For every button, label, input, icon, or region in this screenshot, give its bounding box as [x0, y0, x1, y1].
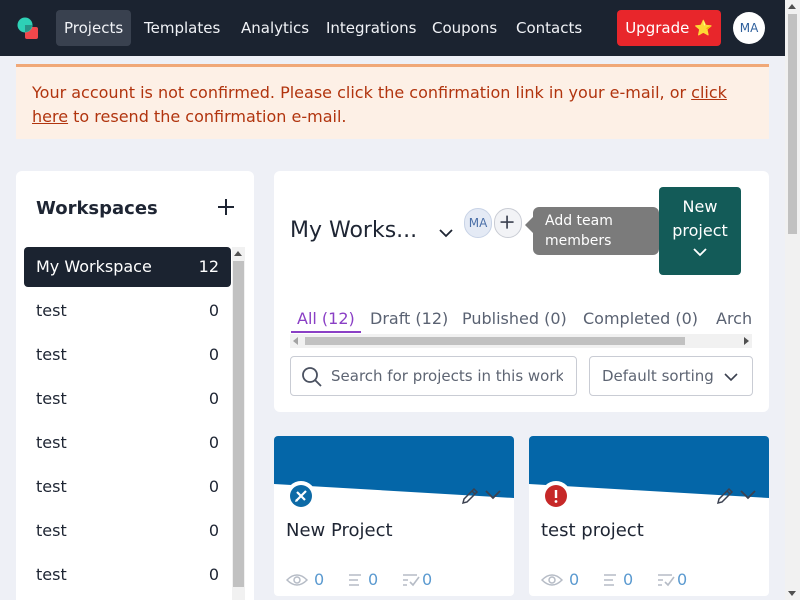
workspace-item[interactable]: test 0	[24, 555, 231, 595]
sort-select[interactable]: Default sorting	[589, 356, 753, 396]
workspace-item[interactable]: test 0	[24, 423, 231, 463]
add-team-member-button[interactable]	[494, 208, 522, 238]
eye-icon	[541, 574, 563, 586]
team-member-avatar[interactable]: MA	[464, 208, 492, 238]
workspace-item[interactable]: test 0	[24, 291, 231, 331]
nav-contacts[interactable]: Contacts	[508, 10, 590, 46]
nav-templates[interactable]: Templates	[136, 10, 228, 46]
chevron-down-icon[interactable]	[438, 225, 454, 241]
workspace-name: test	[36, 477, 67, 496]
views-count: 0	[314, 570, 325, 589]
workspace-count: 0	[208, 301, 219, 320]
workspace-count: 0	[208, 521, 219, 540]
tab-archived[interactable]: Archived	[710, 307, 752, 333]
scrollbar-thumb[interactable]	[233, 261, 244, 587]
workspaces-title: Workspaces	[36, 198, 158, 219]
project-title[interactable]: New Project	[286, 520, 393, 541]
edit-icon[interactable]	[715, 486, 735, 506]
responses-count: 0	[368, 570, 379, 589]
scroll-right-arrow-icon[interactable]	[744, 337, 749, 345]
tab-draft[interactable]: Draft (12)	[364, 307, 454, 333]
eye-icon	[286, 574, 308, 586]
nav-projects[interactable]: Projects	[56, 10, 132, 46]
alert-text-before: Your account is not confirmed. Please cl…	[32, 83, 692, 102]
views-count: 0	[569, 570, 580, 589]
workspace-name: test	[36, 389, 67, 408]
workspace-list-scrollbar[interactable]	[232, 247, 245, 600]
workspace-item[interactable]: test 0	[24, 379, 231, 419]
alert-icon	[545, 485, 567, 507]
app-logo-icon[interactable]	[16, 16, 40, 40]
workspace-count: 0	[208, 389, 219, 408]
nav-analytics[interactable]: Analytics	[233, 10, 317, 46]
design-tools-icon	[290, 485, 312, 507]
project-card[interactable]: test project 0 0 0	[529, 436, 769, 596]
list-icon	[604, 574, 616, 586]
workspace-count: 0	[208, 477, 219, 496]
window-scrollbar[interactable]	[785, 0, 800, 600]
project-card[interactable]: New Project 0 0 0	[274, 436, 514, 596]
workspace-item[interactable]: test 0	[24, 467, 231, 507]
workspace-header-panel: My Works... MA Add team members New proj…	[274, 171, 769, 412]
chevron-down-icon	[724, 373, 738, 382]
scroll-up-arrow-icon[interactable]	[234, 251, 242, 256]
project-title[interactable]: test project	[541, 520, 644, 541]
plus-icon	[500, 215, 514, 229]
checklist-icon	[658, 574, 675, 587]
new-project-label: New project	[672, 197, 728, 240]
scroll-left-arrow-icon[interactable]	[293, 337, 298, 345]
workspace-count: 0	[208, 345, 219, 364]
scroll-up-arrow-icon[interactable]	[788, 4, 796, 9]
search-icon	[302, 367, 322, 387]
nav-integrations[interactable]: Integrations	[318, 10, 424, 46]
account-confirmation-alert: Your account is not confirmed. Please cl…	[16, 64, 769, 139]
chevron-down-icon[interactable]	[739, 488, 757, 502]
tabs-scrollbar[interactable]	[290, 334, 752, 348]
workspace-name: test	[36, 433, 67, 452]
workspace-name: My Workspace	[36, 257, 152, 276]
tab-published[interactable]: Published (0)	[456, 307, 573, 333]
completions-count: 0	[422, 570, 433, 589]
workspace-selector[interactable]: My Works...	[290, 218, 417, 243]
checklist-icon	[403, 574, 420, 587]
workspace-count: 0	[208, 433, 219, 452]
new-project-button[interactable]: New project	[659, 187, 741, 275]
nav-coupons[interactable]: Coupons	[424, 10, 505, 46]
project-type-badge	[286, 481, 316, 511]
workspace-item[interactable]: test 0	[24, 335, 231, 375]
project-search-box	[290, 356, 577, 396]
add-team-members-tooltip: Add team members	[525, 207, 659, 255]
edit-icon[interactable]	[460, 486, 480, 506]
project-status-tabs: All (12) Draft (12) Published (0) Comple…	[290, 307, 752, 333]
workspace-name: test	[36, 301, 67, 320]
alert-text-after: to resend the confirmation e-mail.	[68, 107, 347, 126]
scrollbar-thumb[interactable]	[788, 14, 797, 234]
workspace-name: test	[36, 345, 67, 364]
search-input[interactable]	[331, 365, 563, 387]
workspace-item[interactable]: My Workspace 12	[24, 247, 231, 287]
workspace-count: 0	[208, 565, 219, 584]
workspace-list: My Workspace 12 test 0 test 0 test 0 tes…	[24, 247, 231, 599]
responses-count: 0	[623, 570, 634, 589]
project-type-badge	[541, 481, 571, 511]
workspace-name: test	[36, 521, 67, 540]
tab-completed[interactable]: Completed (0)	[577, 307, 704, 333]
tab-all[interactable]: All (12)	[291, 307, 361, 333]
scrollbar-thumb[interactable]	[305, 337, 685, 345]
chevron-down-icon[interactable]	[484, 488, 502, 502]
workspace-name: test	[36, 565, 67, 584]
workspaces-panel: Workspaces My Workspace 12 test 0 test 0…	[16, 171, 254, 600]
top-navbar: Projects Templates Analytics Integration…	[0, 0, 785, 56]
workspace-count: 12	[198, 257, 219, 276]
upgrade-button[interactable]: Upgrade ⭐	[617, 10, 721, 46]
add-workspace-icon[interactable]	[216, 197, 236, 217]
workspace-item[interactable]: test 0	[24, 511, 231, 551]
chevron-down-icon	[693, 248, 707, 257]
completions-count: 0	[677, 570, 688, 589]
user-avatar[interactable]: MA	[733, 12, 765, 44]
sort-value: Default sorting	[602, 367, 714, 385]
scroll-down-arrow-icon[interactable]	[788, 591, 796, 596]
list-icon	[349, 574, 361, 586]
